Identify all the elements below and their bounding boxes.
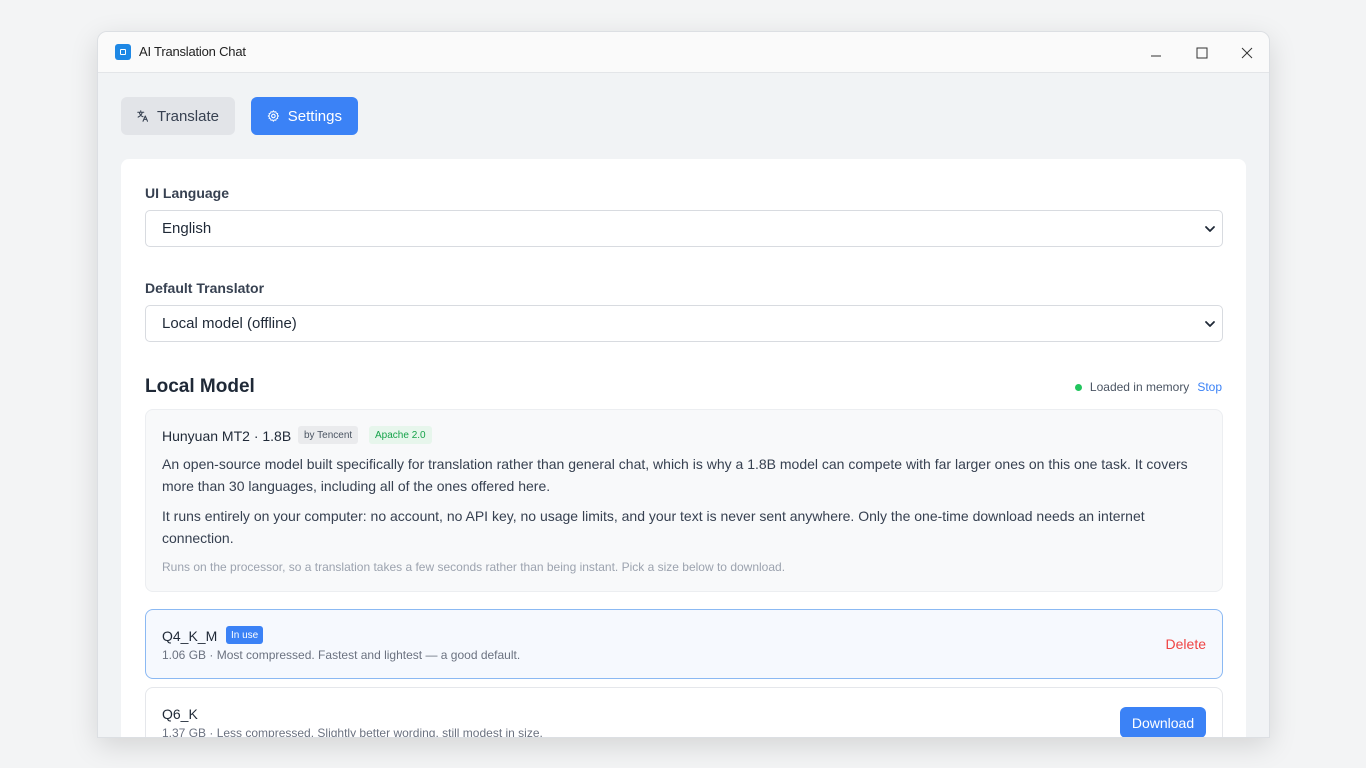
model-description-2: It runs entirely on your computer: no ac… [162, 508, 1145, 546]
chevron-down-icon [1205, 321, 1215, 327]
local-model-heading: Local Model [145, 376, 255, 397]
tab-settings-label: Settings [287, 107, 342, 125]
status-text: Loaded in memory [1089, 380, 1190, 394]
app-window: AI Translation Chat Translate Settings U… [97, 31, 1270, 738]
model-description-1: An open-source model built specifically … [162, 456, 1188, 494]
model-name: Hunyuan MT2 · 1.8B [162, 428, 292, 444]
delete-button[interactable]: Delete [1166, 636, 1206, 652]
tab-bar: Translate Settings [121, 97, 358, 135]
model-info-card: Hunyuan MT2 · 1.8B by Tencent Apache 2.0… [145, 409, 1223, 592]
vendor-badge: by Tencent [298, 426, 359, 444]
ui-language-value: English [162, 220, 212, 237]
variant-description: 1.37 GB · Less compressed. Slightly bett… [162, 726, 543, 738]
license-badge: Apache 2.0 [369, 426, 432, 444]
in-use-badge: In use [226, 626, 264, 644]
variant-row-q6: Q6_K 1.37 GB · Less compressed. Slightly… [145, 687, 1223, 738]
variant-name: Q4_K_M [162, 628, 218, 644]
model-status: Loaded in memory Stop [1074, 380, 1222, 394]
variant-row-q4: Q4_K_M In use 1.06 GB · Most compressed.… [145, 609, 1223, 679]
variant-name: Q6_K [162, 706, 198, 722]
ui-language-select[interactable]: English [145, 210, 1223, 247]
chevron-down-icon [1205, 226, 1215, 232]
close-button[interactable] [1224, 32, 1269, 73]
stop-link[interactable]: Stop [1197, 380, 1222, 394]
tab-settings[interactable]: Settings [251, 97, 358, 135]
variant-description: 1.06 GB · Most compressed. Fastest and l… [162, 648, 521, 662]
minimize-button[interactable] [1133, 32, 1179, 73]
maximize-icon [1196, 47, 1208, 58]
settings-panel: UI Language English Default Translator L… [121, 159, 1246, 738]
default-translator-value: Local model (offline) [162, 315, 297, 332]
window-title: AI Translation Chat [139, 44, 246, 59]
maximize-button[interactable] [1179, 32, 1225, 73]
tab-translate[interactable]: Translate [121, 97, 235, 135]
download-button[interactable]: Download [1120, 707, 1206, 737]
model-note: Runs on the processor, so a translation … [162, 560, 786, 574]
app-logo-icon [115, 44, 131, 60]
gear-icon [267, 110, 280, 122]
tab-translate-label: Translate [157, 107, 219, 125]
ui-language-label: UI Language [145, 185, 230, 201]
default-translator-label: Default Translator [145, 280, 265, 296]
status-dot-icon [1074, 383, 1082, 391]
title-bar: AI Translation Chat [98, 32, 1269, 73]
translate-icon [137, 110, 149, 122]
minimize-icon [1151, 55, 1161, 56]
default-translator-select[interactable]: Local model (offline) [145, 305, 1223, 342]
close-icon [1241, 47, 1253, 58]
